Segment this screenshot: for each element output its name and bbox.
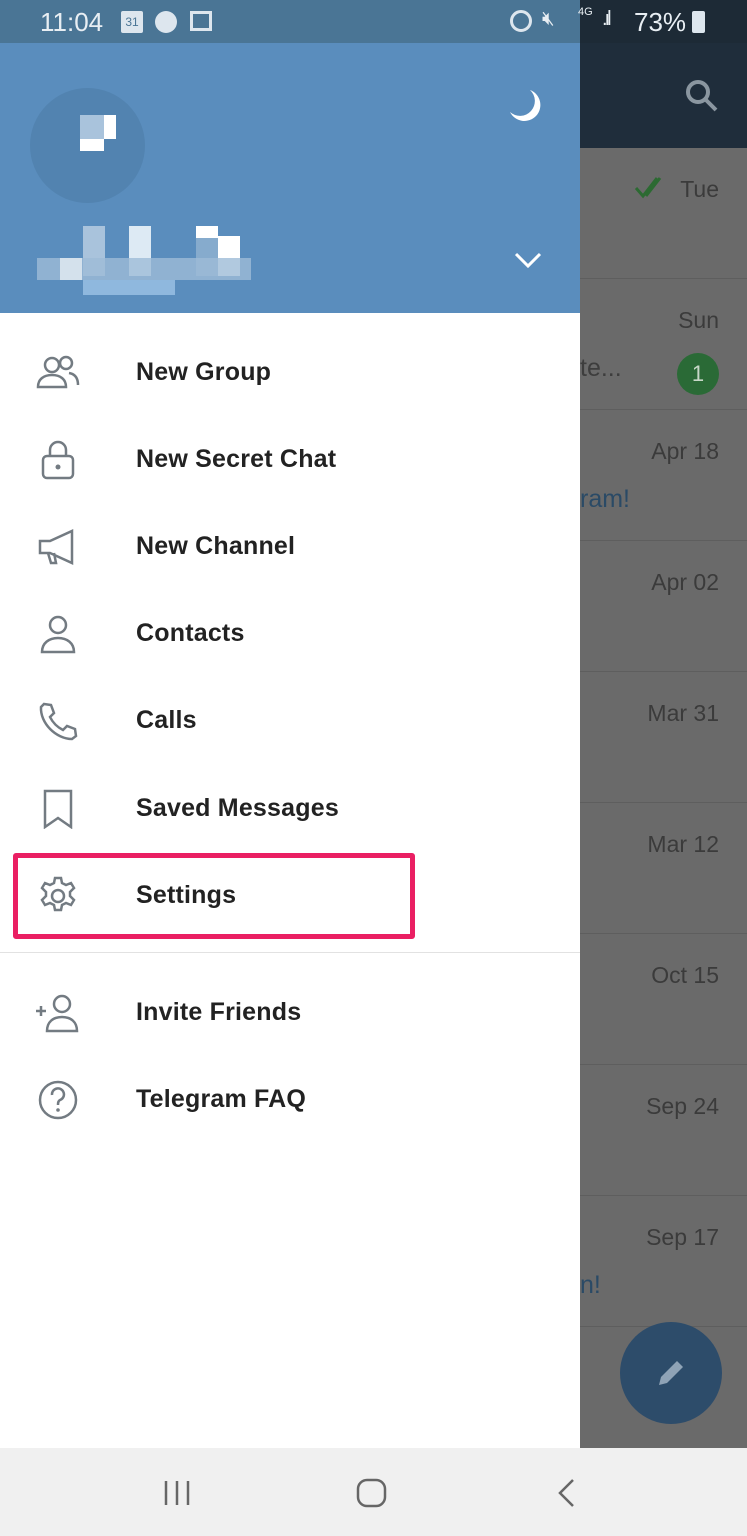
menu-item-new-group[interactable]: New Group bbox=[0, 329, 580, 416]
menu-item-label: Telegram FAQ bbox=[136, 1085, 307, 1113]
menu-item-label: Calls bbox=[136, 706, 197, 734]
menu-item-label: New Channel bbox=[136, 532, 296, 560]
network-icon: 4G bbox=[578, 6, 593, 18]
chat-date: Sep 24 bbox=[646, 1093, 719, 1119]
chat-row[interactable]: Oct 15 bbox=[580, 934, 747, 1065]
help-icon bbox=[38, 1080, 78, 1120]
home-icon[interactable] bbox=[356, 1478, 388, 1508]
chat-date: Apr 02 bbox=[651, 569, 719, 595]
chat-date: Mar 12 bbox=[647, 831, 719, 857]
chat-date: Sun bbox=[678, 307, 719, 333]
mute-icon: 🔇︎ bbox=[542, 8, 555, 30]
menu-item-invite-friends[interactable]: Invite Friends bbox=[0, 969, 580, 1056]
chat-row[interactable]: Sun te... 1 bbox=[580, 279, 747, 410]
menu-item-telegram-faq[interactable]: Telegram FAQ bbox=[0, 1056, 580, 1143]
battery-icon bbox=[692, 11, 705, 33]
clock: 11:04 bbox=[40, 7, 104, 37]
megaphone-icon bbox=[38, 529, 74, 565]
menu-item-label: Invite Friends bbox=[136, 998, 302, 1026]
chat-row[interactable]: Tue bbox=[580, 148, 747, 279]
person-icon bbox=[40, 615, 76, 654]
chat-row[interactable]: Mar 31 bbox=[580, 672, 747, 803]
menu-item-label: New Group bbox=[136, 358, 272, 386]
chat-date: Apr 18 bbox=[651, 438, 719, 464]
signal-icon: .ıl bbox=[602, 8, 611, 30]
menu-item-contacts[interactable]: Contacts bbox=[0, 590, 580, 677]
bookmark-icon bbox=[43, 789, 73, 829]
messenger-icon bbox=[155, 11, 177, 33]
menu-item-label: Contacts bbox=[136, 619, 245, 647]
system-navigation-bar bbox=[0, 1448, 747, 1536]
menu-item-saved-messages[interactable]: Saved Messages bbox=[0, 765, 580, 852]
chat-row[interactable]: Apr 02 bbox=[580, 541, 747, 672]
compose-button[interactable] bbox=[620, 1322, 722, 1424]
chat-date: Sep 17 bbox=[646, 1224, 719, 1250]
chat-list: Tue Sun te... 1 Apr 18 ram! Apr 02 Mar 31 M… bbox=[580, 148, 747, 1327]
alarm-icon bbox=[510, 10, 532, 32]
gallery-icon bbox=[190, 11, 212, 31]
recent-apps-icon[interactable] bbox=[162, 1480, 194, 1506]
chat-list-toolbar bbox=[580, 43, 747, 148]
chat-snippet: n! bbox=[580, 1271, 601, 1299]
chat-snippet: ram! bbox=[580, 485, 630, 513]
settings-highlight-box bbox=[13, 853, 415, 939]
unread-badge: 1 bbox=[677, 353, 719, 395]
drawer-header bbox=[0, 43, 580, 313]
chat-row[interactable]: Mar 12 bbox=[580, 803, 747, 934]
menu-item-label: Saved Messages bbox=[136, 794, 339, 822]
double-check-icon bbox=[634, 177, 662, 199]
battery-level: 73% bbox=[634, 7, 687, 37]
group-icon bbox=[36, 355, 80, 389]
lock-icon bbox=[41, 440, 75, 480]
expand-accounts-chevron-icon[interactable] bbox=[513, 250, 543, 270]
chat-row[interactable]: Apr 18 ram! bbox=[580, 410, 747, 541]
menu-item-new-secret-chat[interactable]: New Secret Chat bbox=[0, 416, 580, 503]
pencil-icon bbox=[659, 1361, 683, 1385]
search-icon[interactable] bbox=[684, 78, 720, 114]
menu-item-calls[interactable]: Calls bbox=[0, 677, 580, 764]
menu-item-label: New Secret Chat bbox=[136, 445, 337, 473]
phone-icon bbox=[39, 702, 78, 741]
menu-divider bbox=[0, 952, 580, 953]
chat-row[interactable]: Sep 24 bbox=[580, 1065, 747, 1196]
calendar-icon: 31 bbox=[121, 11, 143, 33]
chat-date: Oct 15 bbox=[651, 962, 719, 988]
back-icon[interactable] bbox=[556, 1478, 578, 1508]
status-bar: 11:04 31 🔇︎ 4G .ıl 73% bbox=[0, 0, 747, 43]
night-mode-moon-icon[interactable] bbox=[508, 88, 544, 124]
menu-item-new-channel[interactable]: New Channel bbox=[0, 503, 580, 590]
navigation-drawer: New Group New Secret Chat New Channel Co… bbox=[0, 0, 580, 1448]
chat-date: Tue bbox=[680, 176, 719, 202]
add-person-icon bbox=[36, 994, 79, 1033]
chat-row[interactable]: Sep 17 n! bbox=[580, 1196, 747, 1327]
avatar[interactable] bbox=[30, 88, 145, 203]
chat-snippet: te... bbox=[580, 354, 622, 382]
chat-date: Mar 31 bbox=[647, 700, 719, 726]
